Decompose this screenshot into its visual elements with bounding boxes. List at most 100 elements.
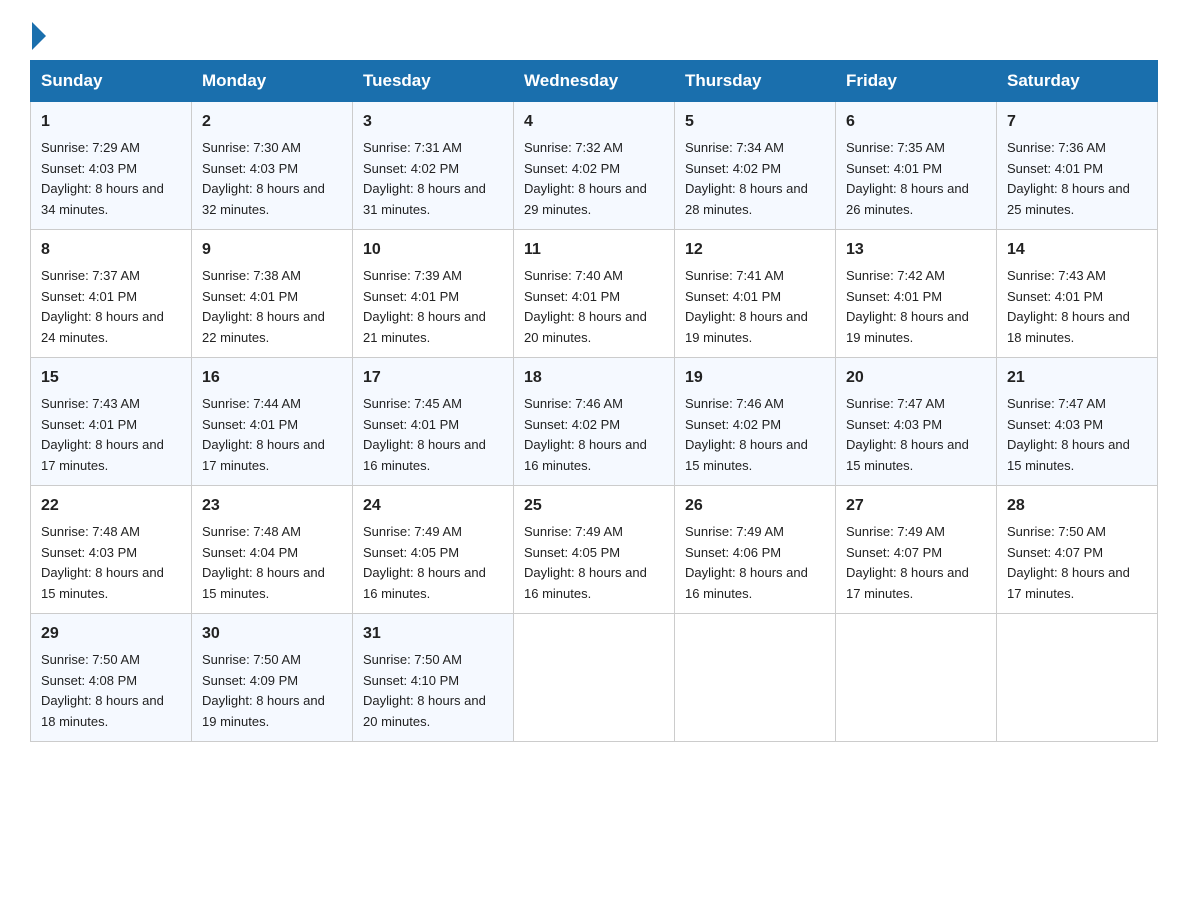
day-info: Sunrise: 7:35 AMSunset: 4:01 PMDaylight:…: [846, 138, 986, 221]
calendar-cell: 4 Sunrise: 7:32 AMSunset: 4:02 PMDaylight…: [514, 102, 675, 230]
day-info: Sunrise: 7:36 AMSunset: 4:01 PMDaylight:…: [1007, 138, 1147, 221]
day-number: 4: [524, 110, 664, 135]
day-info: Sunrise: 7:29 AMSunset: 4:03 PMDaylight:…: [41, 138, 181, 221]
calendar-cell: 12 Sunrise: 7:41 AMSunset: 4:01 PMDayligh…: [675, 229, 836, 357]
col-header-friday: Friday: [836, 61, 997, 102]
day-info: Sunrise: 7:39 AMSunset: 4:01 PMDaylight:…: [363, 266, 503, 349]
day-number: 15: [41, 366, 181, 391]
calendar-cell: 8 Sunrise: 7:37 AMSunset: 4:01 PMDaylight…: [31, 229, 192, 357]
calendar-cell: 29Sunrise: 7:50 AMSunset: 4:08 PMDayligh…: [31, 613, 192, 741]
calendar-cell: [997, 613, 1158, 741]
calendar-cell: 6 Sunrise: 7:35 AMSunset: 4:01 PMDaylight…: [836, 102, 997, 230]
col-header-wednesday: Wednesday: [514, 61, 675, 102]
day-number: 20: [846, 366, 986, 391]
calendar-cell: 22Sunrise: 7:48 AMSunset: 4:03 PMDayligh…: [31, 485, 192, 613]
page-header: [30, 20, 1158, 50]
calendar-cell: [514, 613, 675, 741]
calendar-cell: 31 Sunrise: 7:50 AMSunset: 4:10 PMDayligh…: [353, 613, 514, 741]
day-info: Sunrise: 7:46 AMSunset: 4:02 PMDaylight:…: [685, 394, 825, 477]
day-info: Sunrise: 7:37 AMSunset: 4:01 PMDaylight:…: [41, 266, 181, 349]
col-header-thursday: Thursday: [675, 61, 836, 102]
calendar-cell: 27 Sunrise: 7:49 AMSunset: 4:07 PMDayligh…: [836, 485, 997, 613]
day-number: 24: [363, 494, 503, 519]
calendar-cell: 14 Sunrise: 7:43 AMSunset: 4:01 PMDayligh…: [997, 229, 1158, 357]
day-info: Sunrise: 7:42 AMSunset: 4:01 PMDaylight:…: [846, 266, 986, 349]
day-info: Sunrise: 7:32 AMSunset: 4:02 PMDaylight:…: [524, 138, 664, 221]
day-info: Sunrise: 7:30 AMSunset: 4:03 PMDaylight:…: [202, 138, 342, 221]
col-header-saturday: Saturday: [997, 61, 1158, 102]
day-info: Sunrise: 7:46 AMSunset: 4:02 PMDaylight:…: [524, 394, 664, 477]
day-number: 9: [202, 238, 342, 263]
day-number: 29: [41, 622, 181, 647]
calendar-cell: 10 Sunrise: 7:39 AMSunset: 4:01 PMDayligh…: [353, 229, 514, 357]
day-info: Sunrise: 7:49 AMSunset: 4:06 PMDaylight:…: [685, 522, 825, 605]
day-number: 2: [202, 110, 342, 135]
calendar-cell: 7Sunrise: 7:36 AMSunset: 4:01 PMDaylight…: [997, 102, 1158, 230]
calendar-table: SundayMondayTuesdayWednesdayThursdayFrid…: [30, 60, 1158, 742]
day-number: 21: [1007, 366, 1147, 391]
calendar-week-row: 1 Sunrise: 7:29 AMSunset: 4:03 PMDaylight…: [31, 102, 1158, 230]
day-number: 19: [685, 366, 825, 391]
calendar-cell: 5 Sunrise: 7:34 AMSunset: 4:02 PMDaylight…: [675, 102, 836, 230]
day-number: 1: [41, 110, 181, 135]
day-number: 16: [202, 366, 342, 391]
calendar-cell: 26 Sunrise: 7:49 AMSunset: 4:06 PMDayligh…: [675, 485, 836, 613]
calendar-cell: 2 Sunrise: 7:30 AMSunset: 4:03 PMDaylight…: [192, 102, 353, 230]
day-info: Sunrise: 7:49 AMSunset: 4:05 PMDaylight:…: [363, 522, 503, 605]
day-info: Sunrise: 7:47 AMSunset: 4:03 PMDaylight:…: [1007, 394, 1147, 477]
day-info: Sunrise: 7:49 AMSunset: 4:05 PMDaylight:…: [524, 522, 664, 605]
logo: [30, 20, 46, 50]
day-info: Sunrise: 7:38 AMSunset: 4:01 PMDaylight:…: [202, 266, 342, 349]
day-info: Sunrise: 7:49 AMSunset: 4:07 PMDaylight:…: [846, 522, 986, 605]
calendar-cell: 20 Sunrise: 7:47 AMSunset: 4:03 PMDayligh…: [836, 357, 997, 485]
calendar-cell: 30Sunrise: 7:50 AMSunset: 4:09 PMDayligh…: [192, 613, 353, 741]
calendar-cell: 15 Sunrise: 7:43 AMSunset: 4:01 PMDayligh…: [31, 357, 192, 485]
calendar-cell: 28 Sunrise: 7:50 AMSunset: 4:07 PMDayligh…: [997, 485, 1158, 613]
day-info: Sunrise: 7:45 AMSunset: 4:01 PMDaylight:…: [363, 394, 503, 477]
day-info: Sunrise: 7:43 AMSunset: 4:01 PMDaylight:…: [1007, 266, 1147, 349]
day-number: 5: [685, 110, 825, 135]
day-info: Sunrise: 7:50 AMSunset: 4:07 PMDaylight:…: [1007, 522, 1147, 605]
calendar-week-row: 29Sunrise: 7:50 AMSunset: 4:08 PMDayligh…: [31, 613, 1158, 741]
col-header-monday: Monday: [192, 61, 353, 102]
day-number: 25: [524, 494, 664, 519]
day-number: 8: [41, 238, 181, 263]
day-number: 23: [202, 494, 342, 519]
calendar-cell: 16 Sunrise: 7:44 AMSunset: 4:01 PMDayligh…: [192, 357, 353, 485]
day-number: 10: [363, 238, 503, 263]
calendar-cell: 9 Sunrise: 7:38 AMSunset: 4:01 PMDaylight…: [192, 229, 353, 357]
day-info: Sunrise: 7:50 AMSunset: 4:09 PMDaylight:…: [202, 650, 342, 733]
day-number: 22: [41, 494, 181, 519]
calendar-cell: 13 Sunrise: 7:42 AMSunset: 4:01 PMDayligh…: [836, 229, 997, 357]
day-number: 14: [1007, 238, 1147, 263]
day-number: 31: [363, 622, 503, 647]
day-number: 27: [846, 494, 986, 519]
calendar-cell: 18 Sunrise: 7:46 AMSunset: 4:02 PMDayligh…: [514, 357, 675, 485]
calendar-cell: 25 Sunrise: 7:49 AMSunset: 4:05 PMDayligh…: [514, 485, 675, 613]
calendar-cell: 23 Sunrise: 7:48 AMSunset: 4:04 PMDayligh…: [192, 485, 353, 613]
day-number: 18: [524, 366, 664, 391]
day-info: Sunrise: 7:34 AMSunset: 4:02 PMDaylight:…: [685, 138, 825, 221]
calendar-week-row: 22Sunrise: 7:48 AMSunset: 4:03 PMDayligh…: [31, 485, 1158, 613]
day-number: 6: [846, 110, 986, 135]
calendar-cell: 17 Sunrise: 7:45 AMSunset: 4:01 PMDayligh…: [353, 357, 514, 485]
day-info: Sunrise: 7:50 AMSunset: 4:10 PMDaylight:…: [363, 650, 503, 733]
day-info: Sunrise: 7:44 AMSunset: 4:01 PMDaylight:…: [202, 394, 342, 477]
day-info: Sunrise: 7:31 AMSunset: 4:02 PMDaylight:…: [363, 138, 503, 221]
col-header-tuesday: Tuesday: [353, 61, 514, 102]
logo-triangle-icon: [32, 22, 46, 50]
day-info: Sunrise: 7:43 AMSunset: 4:01 PMDaylight:…: [41, 394, 181, 477]
calendar-cell: 3Sunrise: 7:31 AMSunset: 4:02 PMDaylight…: [353, 102, 514, 230]
day-number: 11: [524, 238, 664, 263]
day-info: Sunrise: 7:47 AMSunset: 4:03 PMDaylight:…: [846, 394, 986, 477]
day-number: 13: [846, 238, 986, 263]
day-number: 17: [363, 366, 503, 391]
day-number: 26: [685, 494, 825, 519]
day-number: 12: [685, 238, 825, 263]
calendar-header-row: SundayMondayTuesdayWednesdayThursdayFrid…: [31, 61, 1158, 102]
day-info: Sunrise: 7:41 AMSunset: 4:01 PMDaylight:…: [685, 266, 825, 349]
day-info: Sunrise: 7:48 AMSunset: 4:04 PMDaylight:…: [202, 522, 342, 605]
calendar-cell: [675, 613, 836, 741]
day-number: 28: [1007, 494, 1147, 519]
col-header-sunday: Sunday: [31, 61, 192, 102]
